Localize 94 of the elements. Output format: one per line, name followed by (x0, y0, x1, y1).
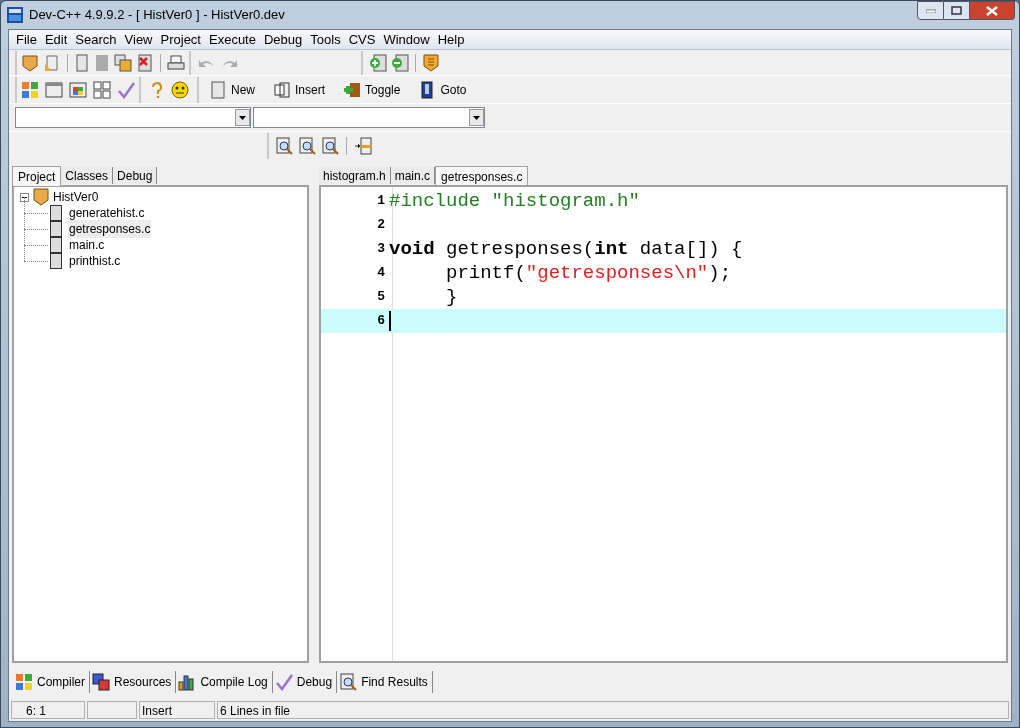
menu-item[interactable]: Edit (40, 29, 72, 50)
file-icon (50, 253, 62, 269)
close-file-icon[interactable] (136, 53, 154, 72)
printer-icon[interactable] (167, 53, 185, 72)
add-to-project-icon[interactable] (369, 53, 387, 72)
line-number: 6 (376, 312, 386, 331)
app-icon (7, 7, 23, 23)
tree-item[interactable]: generatehist.c (68, 204, 146, 222)
tab[interactable]: Project (12, 166, 62, 186)
compile-run-icon[interactable] (69, 80, 87, 99)
project-icon[interactable] (21, 53, 39, 72)
file-icon (50, 221, 62, 237)
document-icon[interactable] (43, 53, 61, 72)
toolbar-button[interactable]: Insert (269, 78, 330, 101)
minimize-icon (925, 8, 936, 13)
dropdown-arrow-icon (239, 115, 246, 120)
remove-from-project-icon[interactable] (391, 53, 409, 72)
line-number: 1 (376, 192, 386, 211)
status-message: 6 Lines in file (217, 701, 1009, 719)
find-next-icon[interactable] (298, 137, 316, 155)
tree-item[interactable]: printhist.c (68, 252, 122, 270)
goto-line-icon[interactable] (354, 137, 372, 155)
file-icon (50, 237, 62, 253)
close-icon (986, 5, 998, 16)
menu-item[interactable]: Project (156, 29, 205, 50)
tab[interactable]: Compile Log (178, 671, 273, 693)
tab[interactable]: histogram.h (319, 167, 391, 184)
close-button[interactable] (970, 1, 1015, 20)
help-icon[interactable] (149, 80, 165, 99)
line-number: 5 (376, 288, 386, 307)
toolbar-button[interactable]: New (205, 78, 259, 101)
line-number: 4 (376, 264, 386, 283)
code-line: } (445, 284, 458, 310)
tab[interactable]: Resources (92, 671, 177, 693)
replace-icon[interactable] (321, 137, 339, 155)
window-icon[interactable] (45, 80, 63, 99)
smiley-icon[interactable] (171, 80, 189, 99)
menu-item[interactable]: View (120, 29, 157, 50)
menu-item[interactable]: CVS (344, 29, 380, 50)
save-icon[interactable] (94, 53, 110, 72)
menu-item[interactable]: Debug (259, 29, 307, 50)
compile-icon[interactable] (21, 80, 39, 99)
menu-item[interactable]: Execute (205, 29, 260, 50)
project-icon (32, 188, 50, 206)
find-icon[interactable] (275, 137, 293, 155)
new-file-icon[interactable] (74, 53, 90, 72)
status-panel (87, 701, 137, 719)
tree-item[interactable]: main.c (68, 236, 106, 254)
checkmark-icon[interactable] (117, 80, 135, 99)
dropdown-arrow-icon (473, 115, 480, 120)
window-title: Dev-C++ 4.9.9.2 - [ HistVer0 ] - HistVer0.dev (29, 6, 285, 25)
maximize-icon (951, 6, 962, 15)
member-dropdown[interactable] (253, 107, 485, 128)
tab[interactable]: Find Results (339, 671, 433, 693)
grid-icon[interactable] (93, 80, 111, 99)
code-line: #include "histogram.h" (389, 188, 640, 214)
text-cursor (389, 311, 391, 331)
checkmark-icon (274, 673, 293, 691)
edit-mode: Insert (139, 701, 215, 719)
file-icon (50, 205, 62, 221)
toolbar-button[interactable]: Toggle (339, 78, 405, 101)
menu-item[interactable]: Tools (306, 29, 345, 50)
project-options-icon[interactable] (422, 53, 440, 72)
cursor-position: 6: 1 (11, 701, 85, 719)
line-number: 2 (376, 216, 386, 235)
grid-icon (15, 673, 33, 691)
tab[interactable]: Classes (61, 167, 114, 184)
line-number: 3 (376, 240, 386, 259)
bar-chart-icon (178, 673, 197, 691)
code-line: void getresponses(int data[]) { (389, 236, 743, 262)
menu-item[interactable]: Window (379, 29, 434, 50)
layers-icon (92, 673, 110, 691)
tab[interactable]: Debug (274, 671, 338, 693)
code-line: printf("getresponses\n"); (445, 260, 732, 286)
insert-icon (273, 80, 291, 99)
tab[interactable]: Compiler (15, 671, 90, 693)
toolbar-button[interactable]: Goto (414, 78, 471, 101)
menu-item[interactable]: Help (433, 29, 469, 50)
tab[interactable]: main.c (390, 167, 436, 184)
tree-item[interactable]: getresponses.c (68, 220, 152, 238)
tree-item[interactable]: HistVer0 (53, 188, 99, 206)
save-all-icon[interactable] (114, 53, 132, 72)
maximize-button[interactable] (944, 1, 970, 20)
toggle-bookmark-icon (343, 80, 362, 99)
minimize-button[interactable] (917, 1, 944, 20)
menu-item[interactable]: Search (71, 29, 121, 50)
expander-icon[interactable] (20, 192, 29, 202)
class-dropdown[interactable] (15, 107, 251, 128)
find-icon (339, 673, 358, 691)
menu-item[interactable]: File (12, 29, 41, 50)
tab[interactable]: Debug (113, 167, 158, 184)
new-bookmark-icon (209, 80, 227, 99)
tab[interactable]: getresponses.c (435, 166, 529, 186)
code-editor[interactable]: 1 #include "histogram.h" 2 3 void getresponses(int data[]) { 4 printf("getresponses\n"); 5 } 6 (319, 185, 1008, 663)
